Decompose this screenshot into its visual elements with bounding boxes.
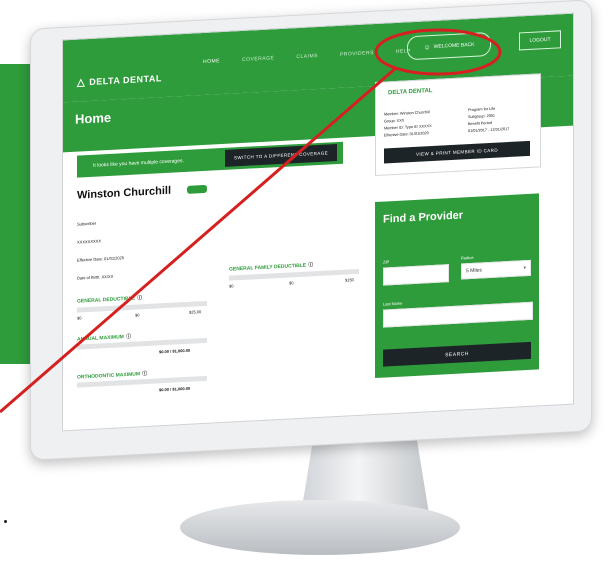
member-info-line: Date of Birth: XX/XX xyxy=(77,273,114,281)
info-icon[interactable]: ⓘ xyxy=(142,371,147,377)
card-line: Group: XXX xyxy=(384,118,405,124)
deductible-tick: $0 xyxy=(135,312,140,318)
chevron-down-icon: ▾ xyxy=(523,265,526,272)
welcome-label: WELCOME BACK xyxy=(433,41,475,50)
monitor-screen: △ DELTA DENTAL HOME COVERAGE CLAIMS PROVI… xyxy=(62,12,574,432)
member-info-line: Effective Date: 01/01/2020 xyxy=(77,255,125,263)
dot-mark xyxy=(4,520,7,523)
member-id-card: DELTA DENTAL Member: Winston Churchill G… xyxy=(375,73,541,177)
radius-label: Radius xyxy=(461,254,474,261)
user-icon: ☺ xyxy=(423,43,431,51)
deductible-tick: $25.00 xyxy=(189,309,202,315)
member-name: Winston Churchill xyxy=(77,184,172,202)
family-tick: $0 xyxy=(289,280,294,286)
radius-select[interactable]: 5 Miles ▾ xyxy=(461,259,531,280)
member-info-line: XXXXXXXXX xyxy=(77,238,102,245)
find-provider-title: Find a Provider xyxy=(383,209,464,226)
family-tick: $150 xyxy=(345,277,354,283)
zip-label: ZIP xyxy=(383,259,390,265)
card-line: 01/01/2017 - 12/31/2017 xyxy=(468,126,510,134)
zip-input[interactable] xyxy=(383,264,449,286)
annual-maximum-amount: $0.00 / $1,000.00 xyxy=(159,347,191,355)
logout-button[interactable]: LOGOUT xyxy=(519,30,561,51)
find-provider-panel: Find a Provider ZIP Radius 5 Miles ▾ Las… xyxy=(375,193,539,379)
card-line: Subgroup: 2001 xyxy=(468,113,496,120)
last-name-input[interactable] xyxy=(383,301,533,328)
info-icon[interactable]: ⓘ xyxy=(137,295,142,301)
radius-value: 5 Miles xyxy=(466,267,482,275)
card-line: Member: Winston Churchill xyxy=(384,110,430,117)
annual-maximum-label: ANNUAL MAXIMUM xyxy=(77,334,124,343)
monitor-stand-base xyxy=(180,500,460,555)
individual-deductible-label: GENERAL DEDUCTIBLE xyxy=(77,295,135,305)
nav-home[interactable]: HOME xyxy=(203,58,220,65)
member-status-badge[interactable] xyxy=(187,184,207,194)
card-line: Effective Date: 01/01/2020 xyxy=(384,131,429,138)
search-button[interactable]: SEARCH xyxy=(383,341,531,367)
member-info-line: Subscriber xyxy=(77,220,97,227)
welcome-account-button[interactable]: ☺ WELCOME BACK xyxy=(407,31,491,61)
card-line: Program for Life xyxy=(468,106,496,113)
last-name-label: Last Name xyxy=(383,300,403,307)
info-icon[interactable]: ⓘ xyxy=(308,262,313,268)
print-id-card-button[interactable]: VIEW & PRINT MEMBER ID CARD xyxy=(384,140,530,164)
page-title: Home xyxy=(75,109,112,127)
family-tick: $0 xyxy=(229,283,234,289)
card-line: Benefit Period xyxy=(468,120,492,127)
delta-logo-icon: △ xyxy=(77,77,86,89)
annual-maximum-title: ANNUAL MAXIMUM ⓘ xyxy=(77,333,131,343)
family-deductible-label: GENERAL FAMILY DEDUCTIBLE xyxy=(229,262,307,273)
deductible-tick: $0 xyxy=(77,315,82,321)
nav-claims[interactable]: CLAIMS xyxy=(296,53,318,60)
info-icon[interactable]: ⓘ xyxy=(126,334,131,340)
card-line: Member ID: Type ID XXXXX xyxy=(384,124,432,131)
card-logo: DELTA DENTAL xyxy=(388,88,433,97)
ortho-maximum-amount: $0.00 / $1,000.00 xyxy=(159,385,191,393)
individual-deductible-title: GENERAL DEDUCTIBLE ⓘ xyxy=(77,294,142,304)
